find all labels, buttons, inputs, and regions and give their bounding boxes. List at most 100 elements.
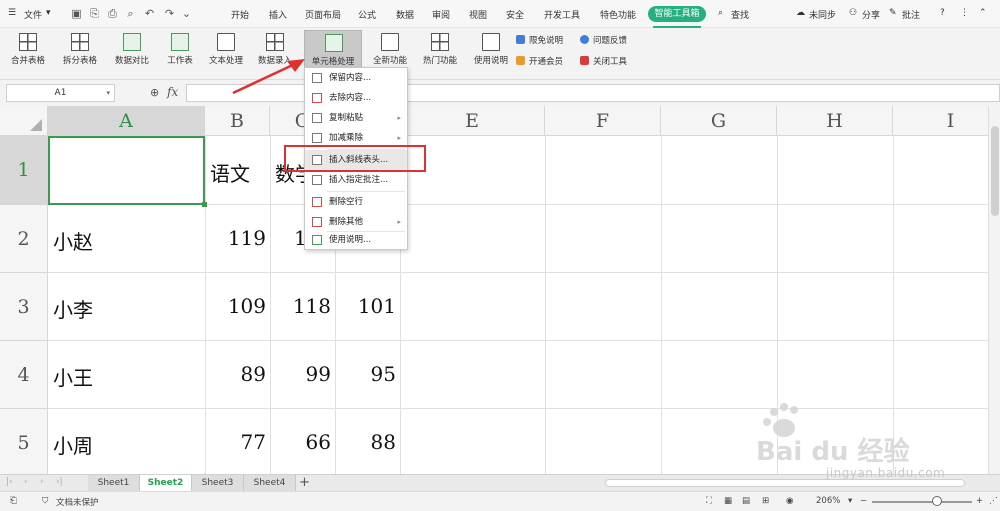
- cell-c4[interactable]: 99: [270, 362, 335, 386]
- cell-b5[interactable]: 77: [205, 430, 270, 454]
- column-header-e[interactable]: E: [400, 106, 545, 136]
- zoom-slider[interactable]: [872, 501, 972, 503]
- cell-d3[interactable]: 101: [335, 294, 400, 318]
- zoom-out-icon[interactable]: −: [860, 496, 867, 506]
- row-header-4[interactable]: 4: [0, 341, 48, 409]
- menu-item-insert-comment[interactable]: 插入指定批注...: [305, 170, 407, 190]
- menu-item-keep-content[interactable]: 保留内容...: [305, 68, 407, 88]
- row-header-5[interactable]: 5: [0, 409, 48, 474]
- column-header-a[interactable]: A: [48, 106, 205, 136]
- menu-item-delete-empty-rows[interactable]: 删除空行: [305, 192, 407, 212]
- merge-tables-button[interactable]: 合并表格: [4, 30, 52, 74]
- menu-item-remove-content[interactable]: 去除内容...: [305, 88, 407, 108]
- page-view-icon[interactable]: ▤: [742, 496, 750, 506]
- macro-icon[interactable]: ⎗: [10, 496, 17, 506]
- prev-sheet-icon[interactable]: ‹: [24, 477, 28, 487]
- open-membership-link[interactable]: 开通会员: [516, 55, 563, 67]
- comment-icon[interactable]: ✎: [889, 8, 897, 18]
- menu-item-delete-other[interactable]: 删除其他 ▸: [305, 212, 407, 232]
- cell-a5[interactable]: 小周: [48, 430, 205, 459]
- zoom-in-icon[interactable]: +: [976, 496, 983, 506]
- preview-icon[interactable]: ⌕: [124, 7, 137, 20]
- cell-d4[interactable]: 95: [335, 362, 400, 386]
- help-icon[interactable]: ?: [940, 8, 945, 18]
- row-header-1[interactable]: 1: [0, 136, 48, 205]
- vertical-scrollbar[interactable]: [988, 106, 1000, 474]
- more-icon[interactable]: ⋮: [960, 8, 969, 18]
- share-button[interactable]: 分享: [862, 8, 880, 21]
- split-tables-button[interactable]: 拆分表格: [56, 30, 104, 74]
- page-break-icon[interactable]: ⊞: [762, 496, 769, 506]
- horizontal-scrollbar[interactable]: [605, 479, 965, 487]
- scrollbar-thumb[interactable]: [991, 126, 999, 216]
- cell-a2[interactable]: 小赵: [48, 226, 205, 255]
- cell-c2[interactable]: 1: [294, 226, 304, 250]
- tab-smart-toolbox[interactable]: 智能工具箱: [648, 6, 706, 22]
- sync-status[interactable]: 未同步: [809, 8, 836, 21]
- column-header-f[interactable]: F: [545, 106, 661, 136]
- function-icon[interactable]: fx: [167, 85, 178, 99]
- tab-review[interactable]: 审阅: [432, 8, 450, 21]
- sheet-tab-3[interactable]: Sheet3: [192, 475, 244, 491]
- cell-b2[interactable]: 119: [205, 226, 270, 250]
- row-header-2[interactable]: 2: [0, 205, 48, 273]
- zoom-slider-handle[interactable]: [932, 496, 942, 506]
- save-icon[interactable]: ▣: [70, 7, 83, 20]
- chevron-down-icon[interactable]: ▾: [106, 85, 110, 101]
- undo-icon[interactable]: ↶: [143, 7, 156, 20]
- cell-d5[interactable]: 88: [335, 430, 400, 454]
- usage-guide-button[interactable]: 使用说明: [467, 30, 515, 74]
- cell-a3[interactable]: 小李: [48, 294, 205, 323]
- zoom-icon[interactable]: ⊕: [150, 86, 159, 99]
- last-sheet-icon[interactable]: ›|: [56, 477, 63, 487]
- collapse-icon[interactable]: ⌃: [979, 8, 987, 18]
- print-icon[interactable]: ⎙: [106, 7, 119, 20]
- file-menu[interactable]: 文件: [24, 8, 42, 21]
- sheet-tab-2[interactable]: Sheet2: [140, 475, 192, 491]
- cloud-sync-icon[interactable]: ☁: [796, 8, 805, 18]
- redo-icon[interactable]: ↷: [163, 7, 176, 20]
- name-box[interactable]: A1 ▾: [6, 84, 115, 102]
- next-sheet-icon[interactable]: ›: [40, 477, 44, 487]
- cell-a4[interactable]: 小王: [48, 362, 205, 391]
- tab-view[interactable]: 视图: [469, 8, 487, 21]
- cell-b4[interactable]: 89: [205, 362, 270, 386]
- close-tools-link[interactable]: 关闭工具: [580, 55, 627, 67]
- column-header-i[interactable]: I: [893, 106, 988, 136]
- column-header-g[interactable]: G: [661, 106, 777, 136]
- data-compare-button[interactable]: 数据对比: [108, 30, 156, 74]
- sheet-tab-1[interactable]: Sheet1: [88, 475, 140, 491]
- export-icon[interactable]: ⎘: [88, 7, 101, 20]
- tab-data[interactable]: 数据: [396, 8, 414, 21]
- column-header-b[interactable]: B: [205, 106, 270, 136]
- user-icon[interactable]: ⚇: [849, 8, 857, 18]
- cell-b3[interactable]: 109: [205, 294, 270, 318]
- select-all-corner[interactable]: [0, 106, 48, 136]
- chevron-down-icon[interactable]: ▾: [46, 8, 51, 18]
- first-sheet-icon[interactable]: |‹: [6, 477, 13, 487]
- cell-c3[interactable]: 118: [270, 294, 335, 318]
- zoom-level[interactable]: 206%: [816, 496, 840, 506]
- feedback-link[interactable]: 问题反馈: [580, 34, 627, 46]
- free-limit-link[interactable]: 限免说明: [516, 34, 563, 46]
- menu-item-copy-paste[interactable]: 复制粘贴 ▸: [305, 108, 407, 128]
- tab-home[interactable]: 开始: [231, 8, 249, 21]
- tab-insert[interactable]: 插入: [269, 8, 287, 21]
- normal-view-icon[interactable]: ▦: [724, 496, 732, 506]
- comment-button[interactable]: 批注: [902, 8, 920, 21]
- chevron-down-icon[interactable]: ⌄: [180, 7, 193, 20]
- active-cell-a1[interactable]: [48, 136, 207, 207]
- add-sheet-icon[interactable]: +: [299, 475, 310, 491]
- eye-protection-icon[interactable]: ◉: [786, 496, 793, 506]
- row-header-3[interactable]: 3: [0, 273, 48, 341]
- chevron-down-icon[interactable]: ▾: [848, 496, 852, 506]
- doc-protection-status[interactable]: 文档未保护: [56, 496, 99, 508]
- tab-developer[interactable]: 开发工具: [544, 8, 580, 21]
- search-button[interactable]: 查找: [731, 8, 749, 21]
- menu-item-usage-guide[interactable]: 使用说明...: [305, 230, 407, 250]
- tab-page-layout[interactable]: 页面布局: [305, 8, 341, 21]
- fullscreen-icon[interactable]: ⛶: [706, 496, 712, 506]
- tab-security[interactable]: 安全: [506, 8, 524, 21]
- hot-features-button[interactable]: 热门功能: [416, 30, 464, 74]
- cell-b1[interactable]: 语文: [205, 158, 270, 187]
